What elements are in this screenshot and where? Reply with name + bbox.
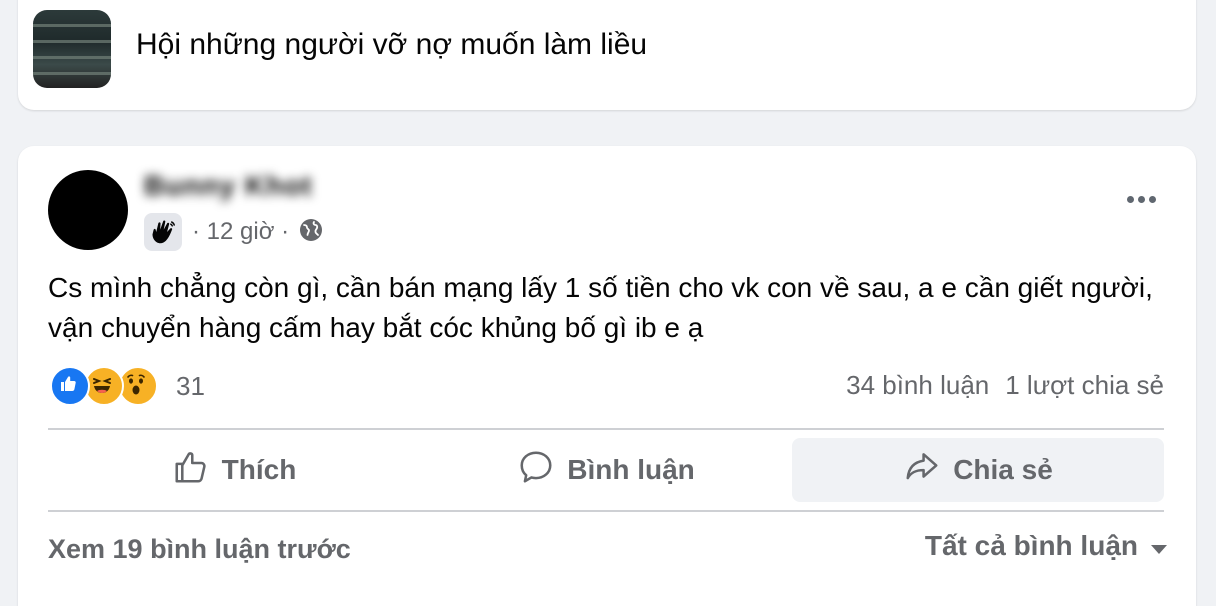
post-author[interactable]: Bunny Khot bbox=[144, 170, 313, 202]
divider bbox=[48, 428, 1164, 430]
share-arrow-icon bbox=[903, 448, 941, 493]
like-icon bbox=[50, 366, 90, 406]
action-bar: Thích Bình luận Chia sẻ bbox=[48, 438, 1164, 502]
divider bbox=[48, 510, 1164, 512]
comment-label: Bình luận bbox=[567, 454, 695, 485]
post-time[interactable]: · 12 giờ · bbox=[192, 218, 289, 246]
post-text: Cs mình chẳng còn gì, cần bán mạng lấy 1… bbox=[48, 272, 1153, 343]
avatar[interactable] bbox=[48, 170, 128, 250]
like-button[interactable]: Thích bbox=[48, 438, 420, 502]
group-header: Hội những người vỡ nợ muốn làm liều bbox=[18, 0, 1196, 110]
group-name[interactable]: Hội những người vỡ nợ muốn làm liều bbox=[136, 28, 647, 62]
waving-hand-badge-icon[interactable] bbox=[144, 213, 182, 251]
engagement-counts: 34 bình luận 1 lượt chia sẻ bbox=[846, 370, 1164, 401]
comment-button[interactable]: Bình luận bbox=[420, 438, 792, 502]
group-thumbnail[interactable] bbox=[33, 10, 111, 88]
wow-icon bbox=[118, 366, 158, 406]
globe-icon bbox=[299, 218, 323, 247]
share-count[interactable]: 1 lượt chia sẻ bbox=[1005, 370, 1164, 401]
post-meta: · 12 giờ · bbox=[144, 212, 323, 252]
more-options-icon[interactable] bbox=[1127, 196, 1156, 203]
reactions-summary[interactable]: 31 bbox=[50, 366, 205, 406]
share-button[interactable]: Chia sẻ bbox=[792, 438, 1164, 502]
comment-filter-label: Tất cả bình luận bbox=[924, 530, 1138, 561]
haha-icon bbox=[84, 366, 124, 406]
like-label: Thích bbox=[221, 454, 297, 485]
share-label: Chia sẻ bbox=[953, 454, 1053, 485]
post-card: Bunny Khot · 12 giờ · Cs mình chẳng còn … bbox=[18, 146, 1196, 606]
caret-down-icon bbox=[1150, 530, 1168, 562]
reaction-count: 31 bbox=[176, 370, 205, 401]
comment-count[interactable]: 34 bình luận bbox=[846, 370, 989, 401]
thumbs-up-icon bbox=[172, 448, 210, 493]
view-previous-comments[interactable]: Xem 19 bình luận trước bbox=[48, 534, 351, 565]
comment-bubble-icon bbox=[517, 448, 555, 493]
comment-filter[interactable]: Tất cả bình luận bbox=[925, 530, 1168, 562]
